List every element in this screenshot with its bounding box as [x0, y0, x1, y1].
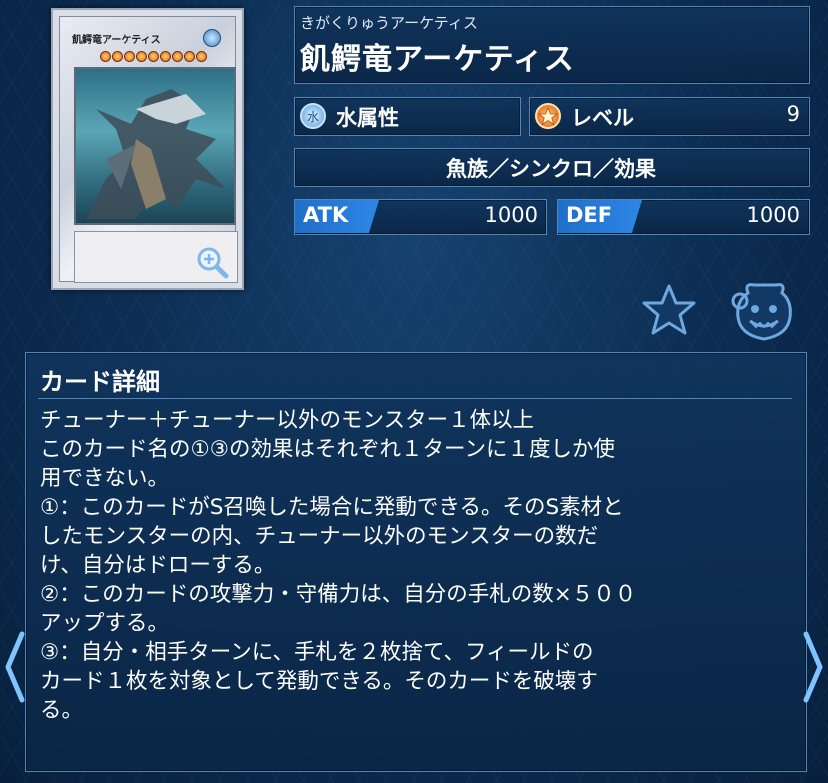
atk-label: ATK	[303, 203, 349, 227]
card-artwork	[74, 67, 236, 225]
level-value: 9	[786, 102, 800, 126]
pot-of-greed-icon[interactable]	[730, 279, 798, 343]
zoom-in-icon[interactable]	[195, 245, 229, 279]
water-attribute-icon: 水	[300, 103, 326, 129]
atk-value: 1000	[484, 203, 538, 227]
def-label: DEF	[566, 203, 613, 227]
card-thumb-level-stars	[100, 51, 207, 62]
card-frame: 飢鰐竜アーケティス	[59, 16, 238, 283]
card-thumb-level-star	[148, 51, 159, 62]
card-type-line: 魚族／シンクロ／効果	[446, 157, 656, 181]
card-thumb-level-star	[124, 51, 135, 62]
divider	[38, 398, 792, 399]
attribute-label: 水属性	[336, 106, 399, 130]
card-thumb-level-star	[160, 51, 171, 62]
card-thumb-level-star	[172, 51, 183, 62]
chevron-right-icon[interactable]	[800, 630, 826, 704]
card-name: 飢鰐竜アーケティス	[300, 42, 575, 77]
level-star-icon	[535, 103, 561, 129]
card-thumb-level-star	[112, 51, 123, 62]
star-outline-icon[interactable]	[640, 283, 698, 337]
card-reading: きがくりゅうアーケティス	[300, 14, 478, 32]
svg-text:水: 水	[307, 110, 319, 124]
card-image[interactable]: 飢鰐竜アーケティス	[51, 8, 244, 290]
card-thumb-level-star	[196, 51, 207, 62]
chevron-left-icon[interactable]	[2, 630, 28, 704]
attribute-panel	[294, 97, 521, 136]
card-detail-title: カード詳細	[40, 368, 160, 396]
card-thumb-name: 飢鰐竜アーケティス	[72, 35, 161, 46]
card-effect-text: チューナー＋チューナー以外のモンスター１体以上 このカード名の①③の効果はそれぞ…	[40, 408, 637, 723]
card-thumb-attribute-icon	[203, 29, 221, 47]
level-label: レベル	[571, 106, 634, 130]
def-value: 1000	[746, 203, 800, 227]
card-thumb-level-star	[100, 51, 111, 62]
card-thumb-level-star	[136, 51, 147, 62]
card-thumb-level-star	[184, 51, 195, 62]
